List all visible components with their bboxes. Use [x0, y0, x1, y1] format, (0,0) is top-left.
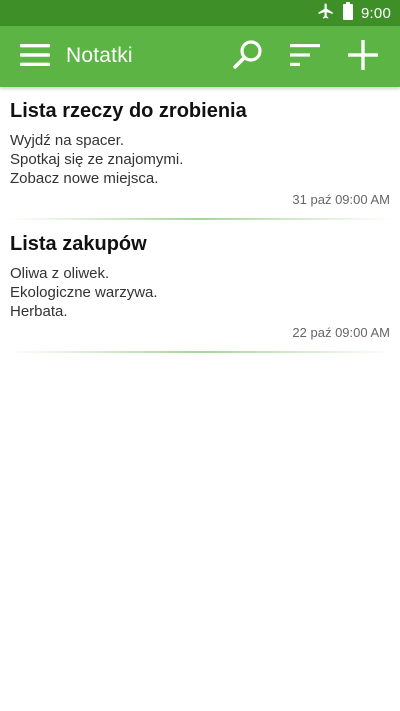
- search-button[interactable]: [228, 38, 268, 76]
- menu-button[interactable]: [16, 40, 54, 74]
- sort-button[interactable]: [285, 38, 325, 76]
- note-body: Wyjdź na spacer. Spotkaj się ze znajomym…: [10, 131, 390, 188]
- note-line: Wyjdź na spacer.: [10, 132, 125, 149]
- status-time: 9:00: [361, 4, 391, 22]
- note-item[interactable]: Lista rzeczy do zrobienia Wyjdź na space…: [0, 87, 400, 220]
- note-date: 22 paź 09:00 AM: [292, 325, 390, 340]
- status-icons: 9:00: [317, 0, 391, 26]
- add-icon: [347, 39, 379, 76]
- note-line: Oliwa z oliwek.: [10, 265, 110, 282]
- search-icon: [232, 39, 264, 76]
- note-title: Lista zakupów: [10, 233, 147, 255]
- menu-icon: [20, 43, 50, 71]
- status-bar: 9:00: [0, 0, 400, 26]
- note-line: Zobacz nowe miejsca.: [10, 170, 159, 187]
- note-item[interactable]: Lista zakupów Oliwa z oliwek. Ekologiczn…: [0, 220, 400, 353]
- app-bar: Notatki: [0, 26, 400, 87]
- notes-list: Lista rzeczy do zrobienia Wyjdź na space…: [0, 87, 400, 353]
- note-line: Spotkaj się ze znajomymi.: [10, 151, 184, 168]
- note-body: Oliwa z oliwek. Ekologiczne warzywa. Her…: [10, 264, 390, 321]
- add-note-button[interactable]: [343, 38, 383, 76]
- app-title: Notatki: [66, 44, 133, 67]
- sort-icon: [290, 43, 320, 71]
- note-title: Lista rzeczy do zrobienia: [10, 100, 247, 122]
- note-date: 31 paź 09:00 AM: [292, 192, 390, 207]
- note-line: Ekologiczne warzywa.: [10, 284, 158, 301]
- note-line: Herbata.: [10, 303, 68, 320]
- airplane-icon: [317, 2, 335, 25]
- battery-icon: [343, 1, 353, 25]
